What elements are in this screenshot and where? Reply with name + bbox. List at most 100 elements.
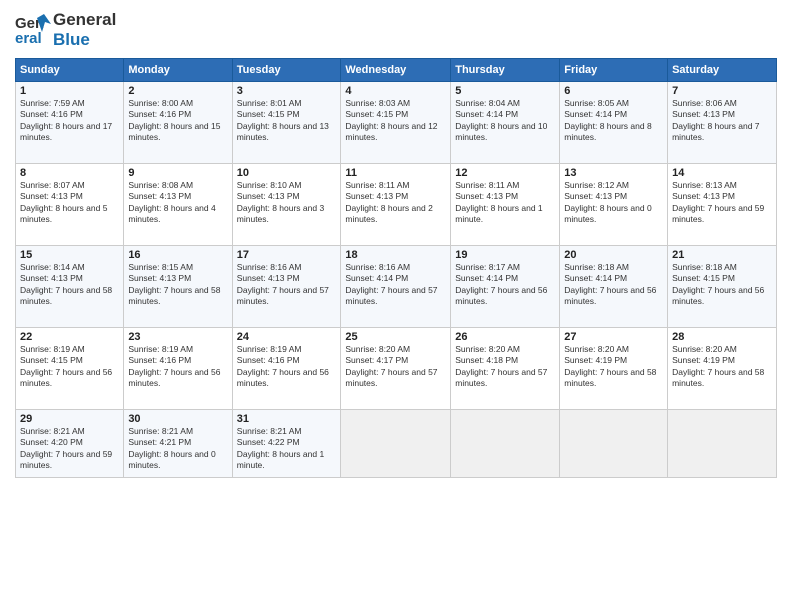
calendar-cell: 4 Sunrise: 8:03 AM Sunset: 4:15 PM Dayli… <box>341 82 451 164</box>
day-info: Sunrise: 8:15 AM Sunset: 4:13 PM Dayligh… <box>128 262 227 308</box>
day-number: 14 <box>672 167 772 179</box>
day-number: 1 <box>20 85 119 97</box>
day-info: Sunrise: 8:04 AM Sunset: 4:14 PM Dayligh… <box>455 98 555 144</box>
day-info: Sunrise: 8:20 AM Sunset: 4:19 PM Dayligh… <box>672 344 772 390</box>
day-number: 13 <box>564 167 663 179</box>
calendar-cell: 7 Sunrise: 8:06 AM Sunset: 4:13 PM Dayli… <box>668 82 777 164</box>
calendar-cell: 24 Sunrise: 8:19 AM Sunset: 4:16 PM Dayl… <box>232 328 341 410</box>
logo-blue: Blue <box>53 30 116 50</box>
calendar-cell: 8 Sunrise: 8:07 AM Sunset: 4:13 PM Dayli… <box>16 164 124 246</box>
day-info: Sunrise: 8:07 AM Sunset: 4:13 PM Dayligh… <box>20 180 119 226</box>
col-header-wednesday: Wednesday <box>341 59 451 82</box>
calendar-cell: 17 Sunrise: 8:16 AM Sunset: 4:13 PM Dayl… <box>232 246 341 328</box>
calendar-cell: 5 Sunrise: 8:04 AM Sunset: 4:14 PM Dayli… <box>451 82 560 164</box>
day-info: Sunrise: 8:10 AM Sunset: 4:13 PM Dayligh… <box>237 180 337 226</box>
calendar-cell: 3 Sunrise: 8:01 AM Sunset: 4:15 PM Dayli… <box>232 82 341 164</box>
day-number: 4 <box>345 85 446 97</box>
calendar-cell: 9 Sunrise: 8:08 AM Sunset: 4:13 PM Dayli… <box>124 164 232 246</box>
calendar-cell: 29 Sunrise: 8:21 AM Sunset: 4:20 PM Dayl… <box>16 410 124 478</box>
day-number: 16 <box>128 249 227 261</box>
calendar-page: Gen eral General Blue SundayMondayTuesda… <box>0 0 792 612</box>
day-info: Sunrise: 8:19 AM Sunset: 4:16 PM Dayligh… <box>128 344 227 390</box>
calendar-cell: 16 Sunrise: 8:15 AM Sunset: 4:13 PM Dayl… <box>124 246 232 328</box>
calendar-cell: 19 Sunrise: 8:17 AM Sunset: 4:14 PM Dayl… <box>451 246 560 328</box>
day-number: 28 <box>672 331 772 343</box>
day-info: Sunrise: 8:06 AM Sunset: 4:13 PM Dayligh… <box>672 98 772 144</box>
calendar-cell: 20 Sunrise: 8:18 AM Sunset: 4:14 PM Dayl… <box>560 246 668 328</box>
calendar-cell: 2 Sunrise: 8:00 AM Sunset: 4:16 PM Dayli… <box>124 82 232 164</box>
calendar-cell <box>451 410 560 478</box>
calendar-cell: 12 Sunrise: 8:11 AM Sunset: 4:13 PM Dayl… <box>451 164 560 246</box>
logo-icon-area: Gen eral <box>15 10 51 50</box>
logo-svg: Gen eral <box>15 10 51 50</box>
day-info: Sunrise: 8:11 AM Sunset: 4:13 PM Dayligh… <box>455 180 555 226</box>
day-info: Sunrise: 8:19 AM Sunset: 4:16 PM Dayligh… <box>237 344 337 390</box>
calendar-cell: 10 Sunrise: 8:10 AM Sunset: 4:13 PM Dayl… <box>232 164 341 246</box>
day-number: 30 <box>128 413 227 425</box>
calendar-cell <box>341 410 451 478</box>
day-info: Sunrise: 8:16 AM Sunset: 4:14 PM Dayligh… <box>345 262 446 308</box>
day-info: Sunrise: 8:13 AM Sunset: 4:13 PM Dayligh… <box>672 180 772 226</box>
day-number: 24 <box>237 331 337 343</box>
day-number: 8 <box>20 167 119 179</box>
day-number: 12 <box>455 167 555 179</box>
calendar-cell <box>668 410 777 478</box>
day-info: Sunrise: 8:14 AM Sunset: 4:13 PM Dayligh… <box>20 262 119 308</box>
calendar-week-4: 22 Sunrise: 8:19 AM Sunset: 4:15 PM Dayl… <box>16 328 777 410</box>
day-number: 5 <box>455 85 555 97</box>
day-info: Sunrise: 8:16 AM Sunset: 4:13 PM Dayligh… <box>237 262 337 308</box>
day-info: Sunrise: 8:18 AM Sunset: 4:14 PM Dayligh… <box>564 262 663 308</box>
day-info: Sunrise: 8:21 AM Sunset: 4:20 PM Dayligh… <box>20 426 119 472</box>
day-number: 27 <box>564 331 663 343</box>
header: Gen eral General Blue <box>15 10 777 50</box>
day-number: 18 <box>345 249 446 261</box>
day-number: 22 <box>20 331 119 343</box>
day-number: 17 <box>237 249 337 261</box>
day-number: 25 <box>345 331 446 343</box>
day-info: Sunrise: 8:18 AM Sunset: 4:15 PM Dayligh… <box>672 262 772 308</box>
day-number: 31 <box>237 413 337 425</box>
col-header-thursday: Thursday <box>451 59 560 82</box>
calendar-week-5: 29 Sunrise: 8:21 AM Sunset: 4:20 PM Dayl… <box>16 410 777 478</box>
calendar-cell: 30 Sunrise: 8:21 AM Sunset: 4:21 PM Dayl… <box>124 410 232 478</box>
day-number: 29 <box>20 413 119 425</box>
day-info: Sunrise: 8:05 AM Sunset: 4:14 PM Dayligh… <box>564 98 663 144</box>
col-header-sunday: Sunday <box>16 59 124 82</box>
calendar-cell: 26 Sunrise: 8:20 AM Sunset: 4:18 PM Dayl… <box>451 328 560 410</box>
calendar-cell: 18 Sunrise: 8:16 AM Sunset: 4:14 PM Dayl… <box>341 246 451 328</box>
calendar-cell <box>560 410 668 478</box>
col-header-saturday: Saturday <box>668 59 777 82</box>
day-info: Sunrise: 8:00 AM Sunset: 4:16 PM Dayligh… <box>128 98 227 144</box>
calendar-week-3: 15 Sunrise: 8:14 AM Sunset: 4:13 PM Dayl… <box>16 246 777 328</box>
calendar-week-2: 8 Sunrise: 8:07 AM Sunset: 4:13 PM Dayli… <box>16 164 777 246</box>
day-info: Sunrise: 8:12 AM Sunset: 4:13 PM Dayligh… <box>564 180 663 226</box>
svg-text:eral: eral <box>15 30 42 47</box>
calendar-cell: 23 Sunrise: 8:19 AM Sunset: 4:16 PM Dayl… <box>124 328 232 410</box>
day-number: 3 <box>237 85 337 97</box>
calendar-cell: 15 Sunrise: 8:14 AM Sunset: 4:13 PM Dayl… <box>16 246 124 328</box>
calendar-cell: 21 Sunrise: 8:18 AM Sunset: 4:15 PM Dayl… <box>668 246 777 328</box>
day-number: 23 <box>128 331 227 343</box>
day-number: 26 <box>455 331 555 343</box>
calendar-cell: 31 Sunrise: 8:21 AM Sunset: 4:22 PM Dayl… <box>232 410 341 478</box>
day-info: Sunrise: 8:08 AM Sunset: 4:13 PM Dayligh… <box>128 180 227 226</box>
calendar-week-1: 1 Sunrise: 7:59 AM Sunset: 4:16 PM Dayli… <box>16 82 777 164</box>
calendar-cell: 13 Sunrise: 8:12 AM Sunset: 4:13 PM Dayl… <box>560 164 668 246</box>
col-header-tuesday: Tuesday <box>232 59 341 82</box>
calendar-cell: 22 Sunrise: 8:19 AM Sunset: 4:15 PM Dayl… <box>16 328 124 410</box>
day-info: Sunrise: 8:03 AM Sunset: 4:15 PM Dayligh… <box>345 98 446 144</box>
day-number: 2 <box>128 85 227 97</box>
day-info: Sunrise: 8:21 AM Sunset: 4:22 PM Dayligh… <box>237 426 337 472</box>
calendar-cell: 25 Sunrise: 8:20 AM Sunset: 4:17 PM Dayl… <box>341 328 451 410</box>
day-info: Sunrise: 8:20 AM Sunset: 4:19 PM Dayligh… <box>564 344 663 390</box>
logo: Gen eral General Blue <box>15 10 116 50</box>
day-number: 19 <box>455 249 555 261</box>
day-info: Sunrise: 8:11 AM Sunset: 4:13 PM Dayligh… <box>345 180 446 226</box>
calendar-cell: 27 Sunrise: 8:20 AM Sunset: 4:19 PM Dayl… <box>560 328 668 410</box>
day-info: Sunrise: 8:17 AM Sunset: 4:14 PM Dayligh… <box>455 262 555 308</box>
day-number: 11 <box>345 167 446 179</box>
logo-general: General <box>53 10 116 30</box>
day-number: 6 <box>564 85 663 97</box>
day-number: 9 <box>128 167 227 179</box>
calendar-cell: 1 Sunrise: 7:59 AM Sunset: 4:16 PM Dayli… <box>16 82 124 164</box>
